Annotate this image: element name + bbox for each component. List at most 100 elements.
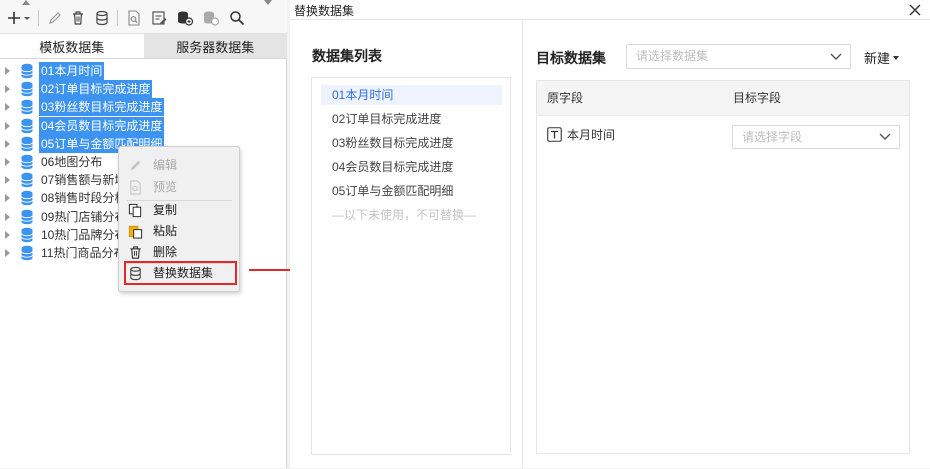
preview-icon [128, 10, 140, 26]
expand-arrow-icon[interactable] [5, 176, 10, 185]
tree-item-label: 09热门店铺分布 [41, 209, 127, 224]
search-icon [230, 11, 245, 26]
menu-item-label: 复制 [153, 203, 178, 217]
target-field-placeholder: 请选择字段 [742, 130, 803, 144]
expand-arrow-icon[interactable] [5, 85, 10, 94]
database-icon [21, 209, 33, 224]
paste-icon [128, 225, 143, 239]
tree-item-label: 07销售额与新增 [41, 173, 127, 188]
menu-item-paste[interactable]: 粘贴 [119, 221, 239, 241]
edit-sql-button[interactable] [149, 8, 169, 28]
database-button[interactable] [92, 8, 112, 28]
expand-arrow-icon[interactable] [5, 121, 10, 130]
dataset-list-item[interactable]: 02订单目标完成进度 [321, 109, 502, 129]
collapse-strip[interactable] [0, 0, 287, 6]
replace-dataset-dialog: 替换数据集 数据集列表 01本月时间 02订单目标完成进度 03粉丝数目标完成进度 0… [290, 0, 930, 469]
edit-button[interactable] [45, 8, 65, 28]
expand-arrow-icon[interactable] [5, 103, 10, 112]
database-icon [21, 100, 33, 115]
dataset-list: 01本月时间 02订单目标完成进度 03粉丝数目标完成进度 04会员数目标完成进度 05… [311, 77, 511, 455]
table-row: 本月时间 请选择字段 [537, 117, 909, 153]
plus-icon [8, 12, 30, 24]
menu-item-label: 粘贴 [153, 224, 178, 238]
dataset-list-item[interactable]: 03粉丝数目标完成进度 [321, 133, 502, 153]
menu-item-label: 预览 [153, 180, 178, 194]
tree-item[interactable]: 03粉丝数目标完成进度 [0, 98, 287, 117]
new-dataset-button[interactable]: 新建 [864, 48, 900, 67]
database-icon [21, 191, 33, 206]
tree-item-label: 02订单目标完成进度 [39, 80, 153, 99]
tree-item-label: 01本月时间 [39, 62, 105, 80]
tree-item-label: 10热门品牌分布 [41, 227, 127, 242]
chevron-down-icon [830, 53, 842, 60]
disabled-dataset-button[interactable] [201, 8, 221, 28]
add-dataset-button[interactable] [6, 8, 32, 28]
preview-icon [130, 180, 141, 195]
table-header: 原字段 目标字段 [537, 81, 909, 116]
database-icon [21, 136, 33, 151]
context-menu: 编辑 预览 复制 粘贴 删除 替换数据集 [118, 146, 240, 292]
database-icon [21, 118, 33, 133]
target-dataset-heading: 目标数据集 [536, 50, 606, 66]
dataset-list-item[interactable]: 04会员数目标完成进度 [321, 157, 502, 177]
copy-icon [128, 203, 142, 218]
menu-item-delete[interactable]: 删除 [119, 242, 239, 262]
dataset-list-item[interactable]: 01本月时间 [321, 85, 502, 105]
menu-item-edit[interactable]: 编辑 [119, 155, 239, 175]
menu-item-label: 编辑 [153, 158, 178, 172]
highlight-box [124, 261, 237, 285]
unused-datasets-note: —以下未使用，不可替换— [332, 208, 477, 222]
database-icon [21, 227, 33, 242]
database-icon [21, 172, 33, 188]
target-field-select[interactable]: 请选择字段 [732, 125, 900, 149]
expand-arrow-icon[interactable] [5, 158, 10, 166]
new-dataset-label: 新建 [864, 51, 891, 66]
sql-editor-icon [152, 11, 167, 25]
database-icon [21, 81, 33, 97]
column-header-source: 原字段 [547, 91, 584, 105]
caret-down-icon [893, 55, 900, 60]
field-mapping-table: 原字段 目标字段 本月时间 请选择字段 [536, 80, 910, 454]
database-icon [96, 10, 108, 26]
tree-item-label: 08销售时段分析 [41, 191, 127, 206]
delete-button[interactable] [68, 8, 88, 28]
expand-arrow-icon[interactable] [5, 249, 10, 257]
dataset-list-section: 数据集列表 01本月时间 02订单目标完成进度 03粉丝数目标完成进度 04会员数目标… [290, 20, 523, 469]
tree-item[interactable]: 02订单目标完成进度 [0, 80, 287, 99]
server-dataset-button[interactable] [175, 8, 195, 28]
expand-arrow-icon[interactable] [5, 67, 10, 75]
column-header-target: 目标字段 [733, 91, 782, 105]
dialog-body: 数据集列表 01本月时间 02订单目标完成进度 03粉丝数目标完成进度 04会员数目标… [290, 19, 930, 469]
server-database-icon [178, 11, 194, 26]
expand-arrow-icon[interactable] [5, 194, 10, 203]
database-icon [21, 63, 33, 79]
tree-item-label: 04会员数目标完成进度 [39, 116, 165, 135]
dataset-toolbar [0, 0, 287, 34]
close-icon[interactable] [908, 3, 922, 17]
collapse-up-icon[interactable] [22, 0, 30, 5]
menu-item-preview[interactable]: 预览 [119, 177, 239, 197]
text-field-icon [547, 127, 562, 142]
tree-item-label: 11热门商品分布 [41, 246, 126, 260]
menu-item-copy[interactable]: 复制 [119, 200, 239, 220]
expand-arrow-icon[interactable] [5, 212, 10, 221]
tree-item-label: 03粉丝数目标完成进度 [39, 98, 165, 117]
target-dataset-select[interactable]: 请选择数据集 [626, 44, 851, 69]
search-button[interactable] [227, 8, 247, 28]
expand-arrow-icon[interactable] [5, 230, 10, 239]
dataset-list-heading: 数据集列表 [312, 48, 382, 64]
database-icon [21, 245, 33, 261]
menu-item-label: 删除 [153, 245, 178, 259]
tree-item[interactable]: 01本月时间 [0, 62, 287, 80]
pencil-icon [130, 160, 141, 171]
preview-button[interactable] [124, 8, 144, 28]
dataset-list-item[interactable]: 05订单与金额匹配明细 [321, 181, 502, 201]
source-field-name: 本月时间 [567, 128, 616, 142]
tab-server-datasets[interactable]: 服务器数据集 [143, 34, 287, 58]
tab-template-datasets[interactable]: 模板数据集 [0, 34, 144, 58]
expand-arrow-icon[interactable] [5, 139, 10, 148]
trash-icon [130, 246, 141, 259]
database-settings-icon [204, 11, 220, 26]
tree-item[interactable]: 04会员数目标完成进度 [0, 116, 287, 135]
collapse-down-icon[interactable] [264, 0, 272, 5]
